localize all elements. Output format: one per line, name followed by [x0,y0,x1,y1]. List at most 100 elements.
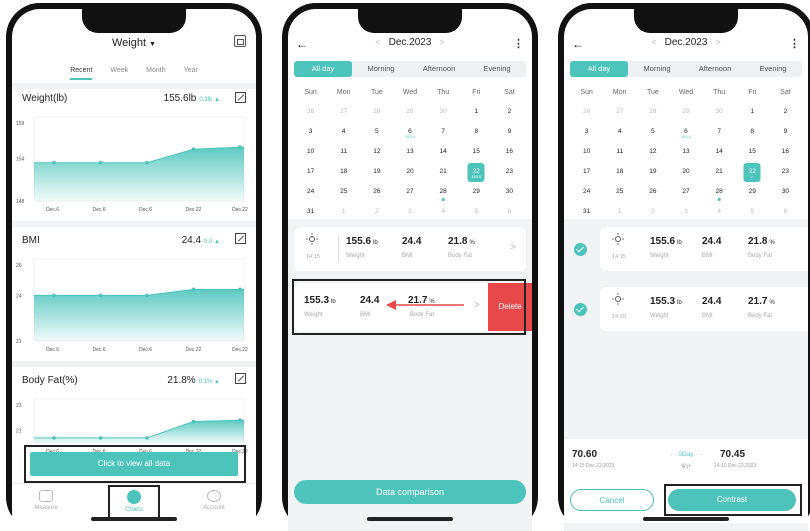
metric-selector[interactable]: Weight ▼ [12,37,256,49]
calendar-day[interactable]: 5 [360,125,393,145]
calendar-day[interactable]: 14 [703,145,736,165]
calendar-day[interactable]: 19 [636,165,669,185]
calendar-day[interactable]: 20 [669,165,702,185]
calendar-day[interactable]: 13 [393,145,426,165]
calendar-day[interactable]: 11 [603,145,636,165]
calendar-day[interactable]: 2 [493,105,526,125]
calendar-day[interactable]: 28 [360,105,393,125]
checkbox-checked-icon[interactable] [574,243,587,256]
seg-evening[interactable]: Evening [744,61,802,77]
calendar-day[interactable]: 8 [460,125,493,145]
seg-afternoon[interactable]: Afternoon [686,61,744,77]
seg-allday[interactable]: All day [294,61,352,77]
seg-evening[interactable]: Evening [468,61,526,77]
calendar-day[interactable]: 25 [603,185,636,205]
calendar-day[interactable]: 29 [669,105,702,125]
calendar-day[interactable]: 8 [736,125,769,145]
calendar-day[interactable]: 26 [636,185,669,205]
calendar-day[interactable]: 12 [360,145,393,165]
calendar-day[interactable]: 11 [327,145,360,165]
calendar-day[interactable]: 4 [603,125,636,145]
expand-icon[interactable] [235,373,246,384]
calendar-day[interactable]: 17 [294,165,327,185]
calendar-day[interactable]: 24 [294,185,327,205]
calendar-day[interactable]: 30 [493,185,526,205]
calendar-day[interactable]: 9 [493,125,526,145]
record-card[interactable]: 14:15 155.6 lb Weight 24.4 BMI 21.8% Body… [600,227,808,271]
calendar-day[interactable]: 10 [570,145,603,165]
seg-allday[interactable]: All day [570,61,628,77]
calendar-day[interactable]: 23 [769,165,802,185]
calendar-day[interactable]: 29 [393,105,426,125]
calendar-day[interactable]: 28 [427,185,460,205]
tab-week[interactable]: Week [110,67,128,80]
calendar-day[interactable]: 3 [294,125,327,145]
record-card[interactable]: 14:15 155.6 lb Weight 24.4 BMI 21.8% Body… [294,227,526,271]
prev-month-icon[interactable]: < [375,37,380,47]
next-month-icon[interactable]: > [439,37,444,47]
calendar-day[interactable]: 30 [703,105,736,125]
calendar-day[interactable]: 15 [736,145,769,165]
seg-morning[interactable]: Morning [352,61,410,77]
calendar-day[interactable]: 20 [393,165,426,185]
calendar-day[interactable]: 30 [427,105,460,125]
checkbox-checked-icon[interactable] [574,303,587,316]
cancel-button[interactable]: Cancel [570,489,654,511]
calendar-day[interactable]: 14 [427,145,460,165]
data-comparison-button[interactable]: Data comparison [294,480,526,504]
calendar-day[interactable]: 29 [736,185,769,205]
calendar-day[interactable]: 12 [636,145,669,165]
calendar-day[interactable]: 18 [603,165,636,185]
more-icon[interactable]: ⋮ [513,37,524,50]
record-card[interactable]: 14:10 155.3 lb Weight 24.4 BMI 21.7% Body… [600,287,808,331]
calendar-day[interactable]: 6 153.4 [393,125,426,145]
calendar-day[interactable]: 17 [570,165,603,185]
calendar-day[interactable]: 3 [570,125,603,145]
calendar-day[interactable]: 2 [769,105,802,125]
calendar-day[interactable]: 26 [294,105,327,125]
calendar-day[interactable]: 23 [493,165,526,185]
calendar-day[interactable]: 28 [703,185,736,205]
calendar-day[interactable]: 18 [327,165,360,185]
next-month-icon[interactable]: > [715,37,720,47]
calendar-day[interactable]: 1 [736,105,769,125]
calendar-day[interactable]: 19 [360,165,393,185]
calendar-day[interactable]: 15 [460,145,493,165]
calendar-day[interactable]: 4 [327,125,360,145]
calendar-day[interactable]: 30 [769,185,802,205]
calendar-day[interactable]: 25 [327,185,360,205]
calendar-day[interactable]: 16 [769,145,802,165]
tab-month[interactable]: Month [146,67,165,80]
seg-morning[interactable]: Morning [628,61,686,77]
calendar-day[interactable]: 13 [669,145,702,165]
calendar-day[interactable]: 28 [636,105,669,125]
calendar-day[interactable]: 7 [703,125,736,145]
calendar-day[interactable]: 29 [460,185,493,205]
expand-icon[interactable] [235,92,246,103]
calendar-day[interactable]: 21 [703,165,736,185]
calendar-day[interactable]: 10 [294,145,327,165]
calendar-day[interactable]: 21 [427,165,460,185]
calendar-day[interactable]: 26 [360,185,393,205]
calendar-day[interactable]: 27 [393,185,426,205]
calendar-icon[interactable] [234,35,246,47]
tab-year[interactable]: Year [184,67,198,80]
calendar-day[interactable]: 9 [769,125,802,145]
more-icon[interactable]: ⋮ [789,37,800,50]
calendar-day[interactable]: 27 [669,185,702,205]
calendar-day[interactable]: 22 ✓ [736,163,769,185]
calendar-day[interactable]: 26 [570,105,603,125]
calendar-day[interactable]: 5 [636,125,669,145]
tab-recent[interactable]: Recent [70,67,93,80]
calendar-day[interactable]: 27 [327,105,360,125]
calendar-day[interactable]: 22 155.6 [460,163,493,185]
calendar-day[interactable]: 24 [570,185,603,205]
calendar-day[interactable]: 1 [460,105,493,125]
calendar-day[interactable]: 27 [603,105,636,125]
tab-account[interactable]: Account [184,490,244,511]
calendar-day[interactable]: 6 153.4 [669,125,702,145]
seg-afternoon[interactable]: Afternoon [410,61,468,77]
expand-icon[interactable] [235,233,246,244]
prev-month-icon[interactable]: < [651,37,656,47]
calendar-day[interactable]: 16 [493,145,526,165]
